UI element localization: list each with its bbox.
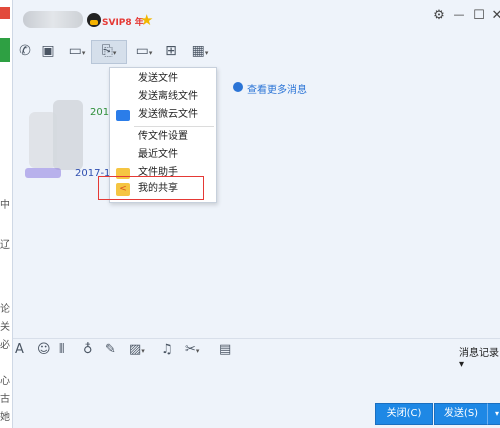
menu-divider — [134, 126, 214, 127]
red-highlight-box — [98, 176, 204, 200]
side-text: 论 — [0, 304, 10, 315]
pen-icon[interactable]: ✎ — [105, 342, 116, 358]
screen-share-icon[interactable]: ▭▾ — [65, 42, 89, 60]
settings-icon[interactable]: ⚙ — [429, 8, 449, 26]
emoji-icon[interactable]: ☺ — [37, 342, 51, 358]
cloud-icon — [116, 110, 130, 121]
blurred-sender — [25, 168, 61, 178]
side-text: 心 — [0, 376, 10, 387]
phone-call-icon[interactable]: ✆ — [17, 42, 33, 60]
music-icon[interactable]: ♫ — [161, 342, 173, 358]
side-text: 必 — [0, 340, 10, 351]
star-icon[interactable]: ★ — [140, 11, 153, 29]
menu-item-send-offline-file[interactable]: 发送离线文件 — [110, 88, 216, 106]
background-red-mark — [0, 7, 10, 19]
video-call-icon[interactable]: ▣ — [39, 42, 57, 60]
close-window-button[interactable]: ✕ — [487, 8, 500, 26]
chat-window: SVIP8 年 ★ ⚙ — ☐ ✕ ✆ ▣ ▭▾ ⎘▾ ▭▾ ⊞ ▦▾ 查看更多… — [12, 0, 500, 428]
voice-icon[interactable]: ♁ — [83, 342, 93, 358]
remote-desktop-icon[interactable]: ▭▾ — [131, 42, 157, 60]
menu-item-label: 发送微云文件 — [138, 109, 198, 120]
send-file-icon[interactable]: ⎘▾ — [96, 42, 122, 60]
message-history-button[interactable]: 消息记录 ▾ — [459, 344, 500, 370]
image-icon[interactable]: ▨▾ — [129, 342, 145, 359]
side-text: 关 — [0, 322, 10, 333]
menu-item-label: 最近文件 — [138, 149, 178, 160]
blurred-content — [53, 100, 83, 170]
view-more-messages-link[interactable]: 查看更多消息 — [247, 81, 307, 96]
qq-penguin-icon — [87, 13, 101, 27]
menu-item-recent-files[interactable]: 最近文件 — [110, 146, 216, 164]
side-text: 中 — [0, 200, 10, 211]
send-options-dropdown[interactable]: ▾ — [487, 403, 500, 425]
font-icon[interactable]: A — [15, 342, 24, 358]
menu-item-send-file[interactable]: 发送文件 — [110, 70, 216, 88]
side-text: 古 — [0, 394, 10, 405]
title-bar: SVIP8 年 ★ ⚙ — ☐ ✕ — [13, 0, 500, 34]
side-text: 她 — [0, 412, 10, 423]
minimize-button[interactable]: — — [449, 8, 469, 26]
menu-item-label: 传文件设置 — [138, 131, 188, 142]
add-app-icon[interactable]: ⊞ — [163, 42, 179, 60]
vip-badge: SVIP8 年 — [102, 18, 144, 28]
close-button[interactable]: 关闭(C) — [375, 403, 433, 425]
menu-item-file-transfer-settings[interactable]: 传文件设置 — [110, 128, 216, 146]
menu-item-send-weiyun-file[interactable]: 发送微云文件 — [110, 106, 216, 124]
contact-name-blurred — [23, 11, 83, 28]
more-apps-icon[interactable]: ▦▾ — [187, 42, 213, 60]
screenshot-scissors-icon[interactable]: ✂▾ — [185, 342, 199, 359]
clock-icon — [233, 82, 243, 92]
trash-icon[interactable]: ▤ — [219, 342, 231, 358]
maximize-button[interactable]: ☐ — [469, 8, 489, 26]
send-button[interactable]: 发送(S) — [434, 403, 488, 425]
vibrate-icon[interactable]: ⫴ — [59, 342, 64, 358]
side-text: 辽 — [0, 240, 10, 251]
menu-item-label: 发送文件 — [138, 73, 178, 84]
background-green-tab — [0, 38, 10, 62]
menu-item-label: 发送离线文件 — [138, 91, 198, 102]
